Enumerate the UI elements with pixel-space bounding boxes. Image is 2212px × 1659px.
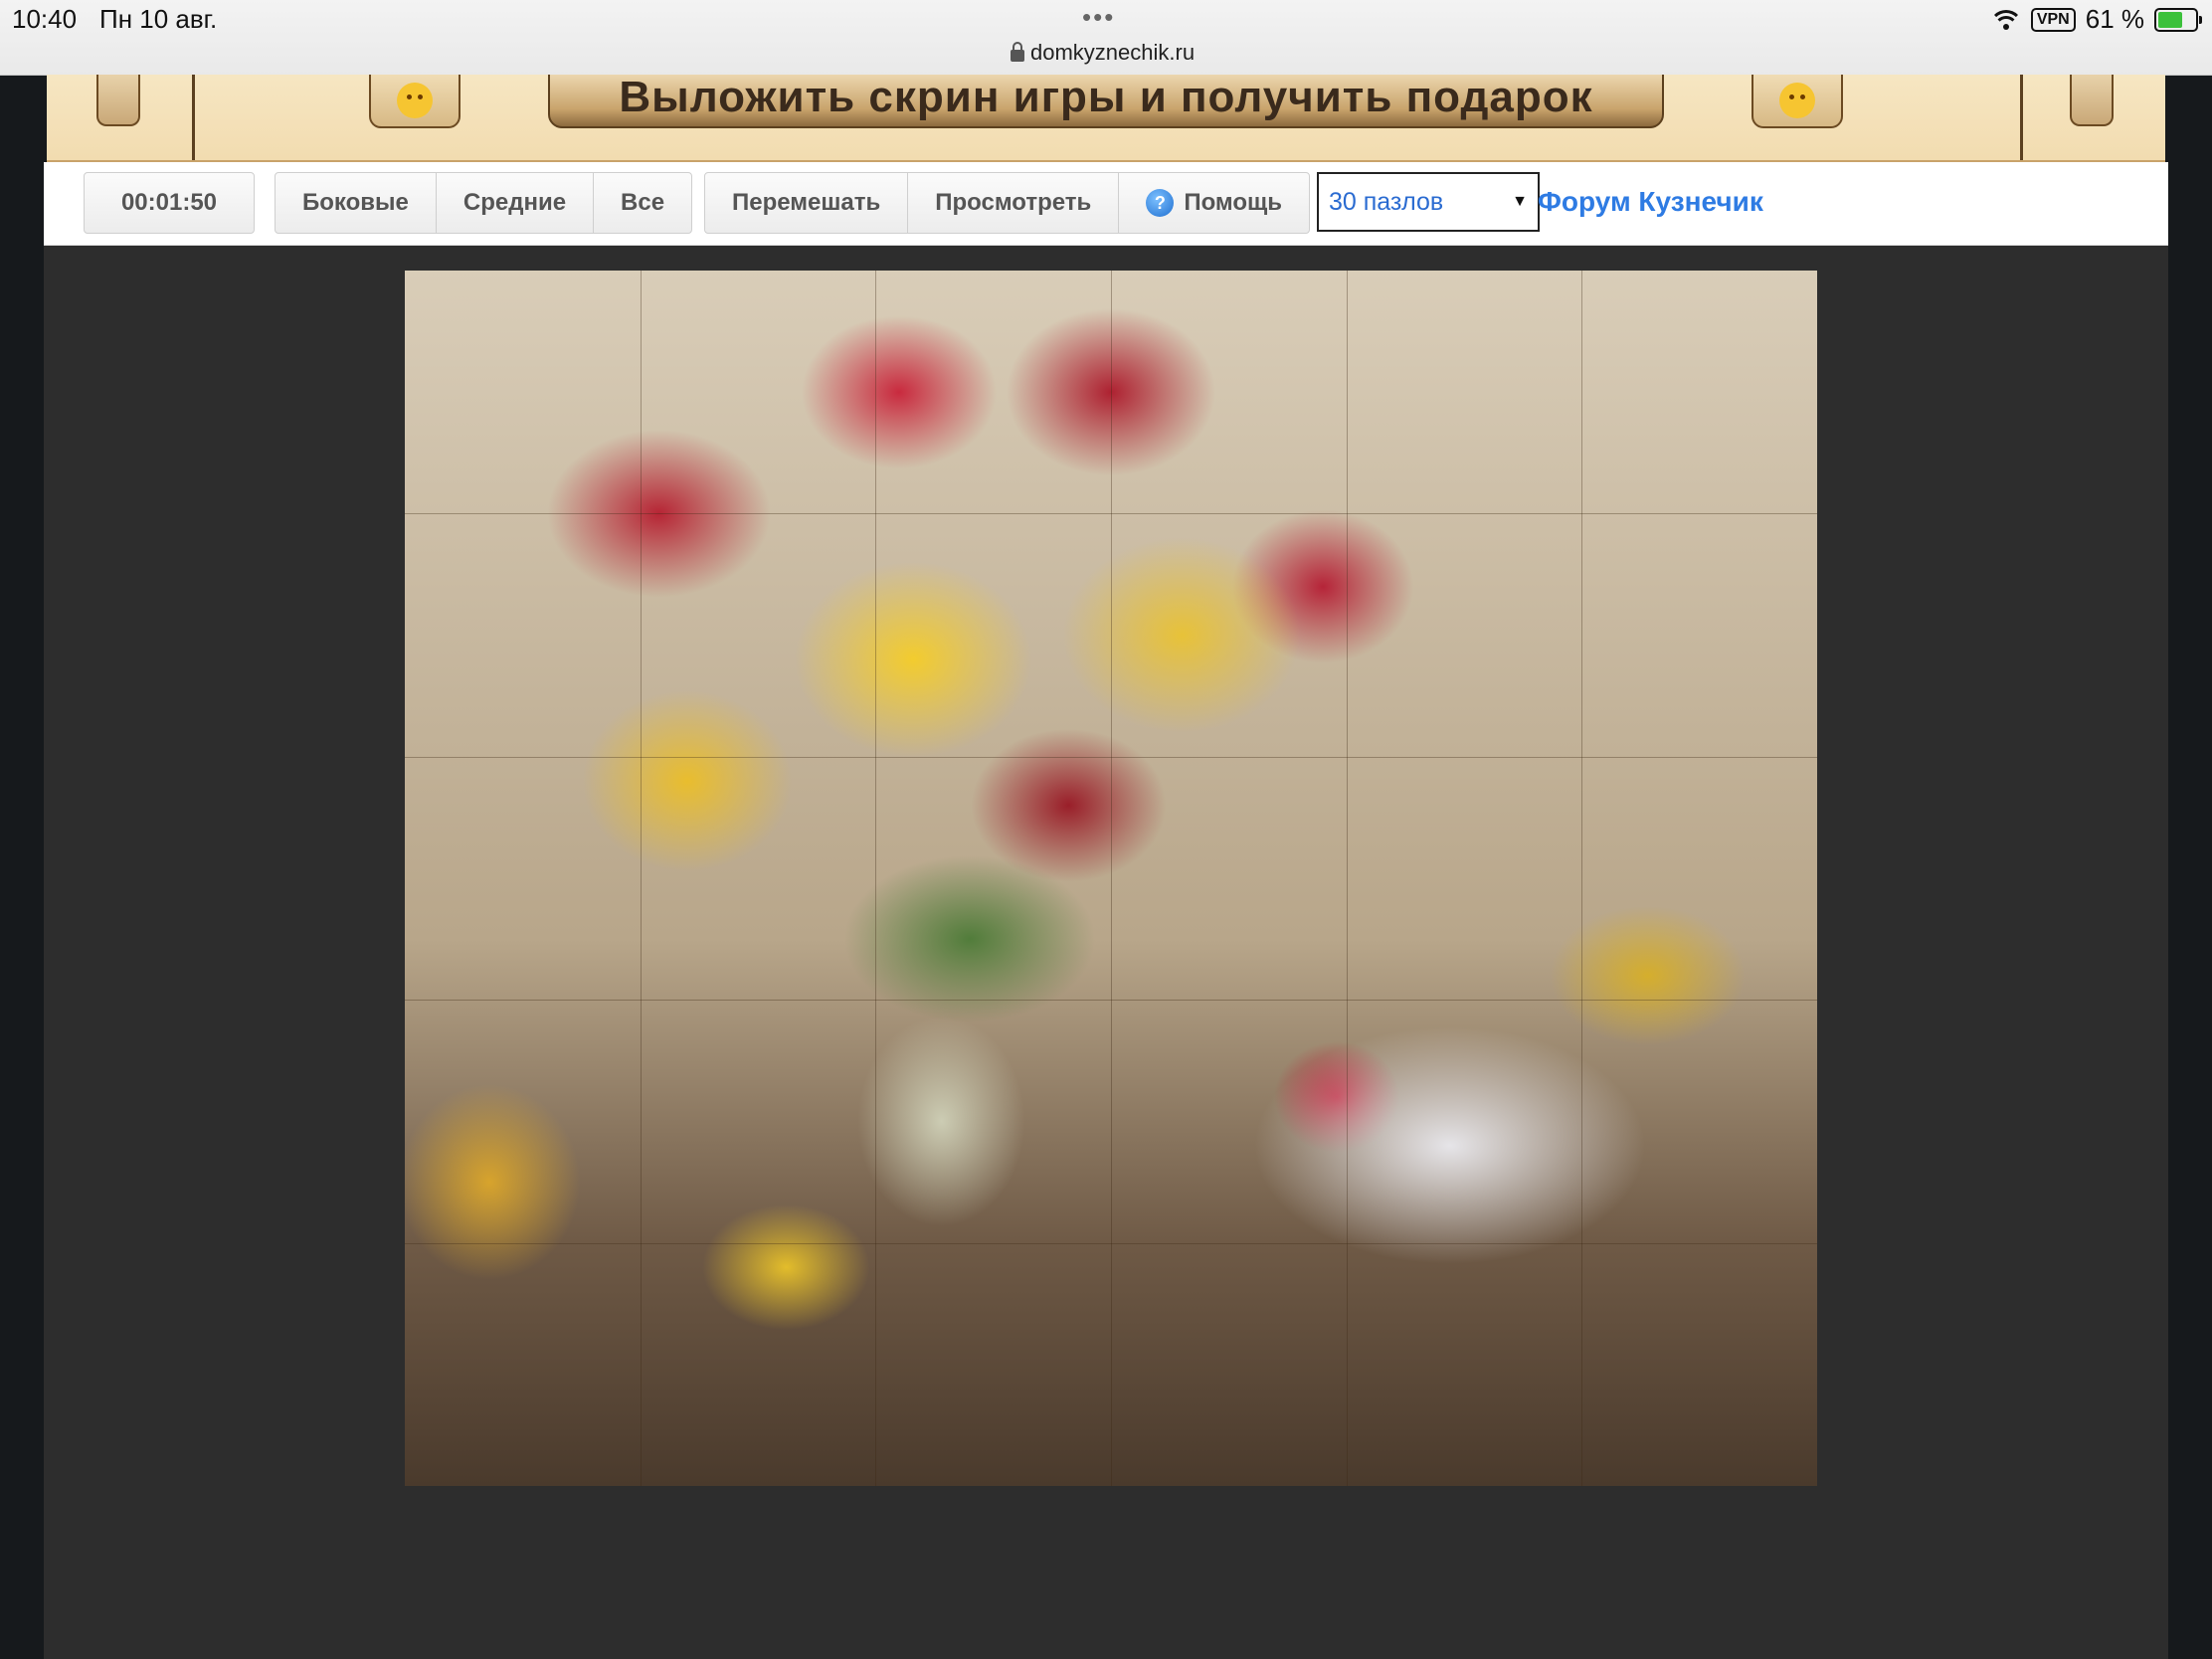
banner-peg-icon [2070,75,2114,126]
shuffle-button[interactable]: Перемешать [705,173,909,233]
status-bar: 10:40 Пн 10 авг. ••• domkyznechik.ru VPN… [0,0,2212,76]
banner-peg-icon [96,75,140,126]
banner-divider [192,75,195,160]
piece-count-select[interactable]: 30 пазлов ▼ [1317,172,1540,232]
address-bar[interactable]: domkyznechik.ru [1011,40,1195,66]
battery-icon [2154,7,2202,32]
puzzle-board[interactable] [405,271,1817,1486]
banner-divider [2020,75,2023,160]
dropdown-arrow-icon: ▼ [1512,193,1528,210]
status-date: Пн 10 авг. [99,4,218,34]
help-button[interactable]: ? Помощь [1119,173,1309,233]
vpn-badge: VPN [2030,7,2076,32]
address-url: domkyznechik.ru [1030,40,1196,65]
filter-edges-button[interactable]: Боковые [276,173,437,233]
piece-count-value: 30 пазлов [1329,187,1444,216]
filter-button-group: Боковые Средние Все [275,172,693,234]
promo-banner[interactable]: Выложить скрин игры и получить подарок [47,75,2165,162]
action-button-group: Перемешать Просмотреть ? Помощь [704,172,1311,234]
filter-all-button[interactable]: Все [594,173,691,233]
puzzle-toolbar: 00:01:50 Боковые Средние Все Перемешать … [44,162,2168,246]
forum-link[interactable]: Форум Кузнечик [1538,186,1763,218]
more-dots-icon[interactable]: ••• [1082,2,1115,33]
hugging-face-icon [1751,75,1843,128]
help-icon: ? [1146,189,1175,217]
hugging-face-icon [369,75,461,128]
timer: 00:01:50 [84,172,255,234]
wifi-icon [1990,8,2021,32]
banner-title[interactable]: Выложить скрин игры и получить подарок [548,75,1664,128]
game-area [44,246,2168,1659]
battery-percent: 61 % [2085,4,2144,34]
lock-icon [1011,42,1024,62]
status-time: 10:40 [12,4,78,34]
timer-value: 00:01:50 [120,189,218,216]
puzzle-grid [405,271,1817,1486]
preview-button[interactable]: Просмотреть [908,173,1120,233]
filter-middle-button[interactable]: Средние [437,173,595,233]
help-label: Помощь [1184,189,1283,216]
status-indicators: VPN 61 % [1990,4,2202,35]
